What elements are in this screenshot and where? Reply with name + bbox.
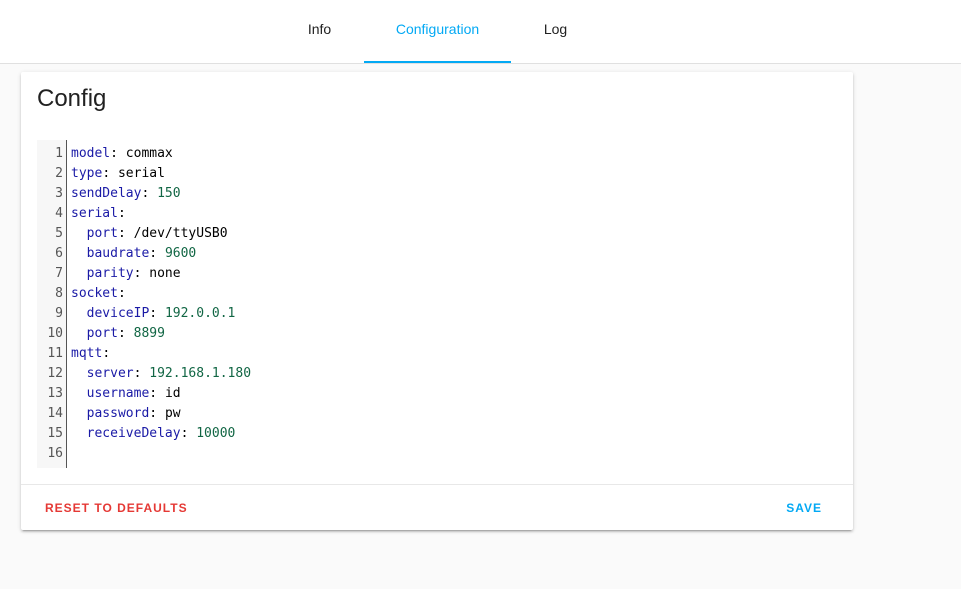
code-text: socket:: [71, 286, 126, 301]
line-number: 9: [55, 306, 63, 321]
code-text: parity: none: [86, 266, 181, 281]
line-number: 5: [55, 226, 63, 241]
code-text: mqtt:: [71, 346, 111, 361]
yaml-value: commax: [125, 146, 173, 161]
yaml-value: 10000: [196, 426, 236, 441]
yaml-key: port: [86, 226, 118, 241]
line-number: 13: [47, 386, 63, 401]
yaml-value: pw: [164, 406, 181, 421]
yaml-key: socket: [71, 286, 118, 301]
code-text: deviceIP: 192.0.0.1: [86, 306, 236, 321]
code-text: port: /dev/ttyUSB0: [86, 226, 228, 241]
line-number: 14: [47, 406, 63, 421]
save-button[interactable]: SAVE: [778, 494, 830, 522]
yaml-value: 192.168.1.180: [149, 366, 252, 381]
tab-bar: Info Configuration Log: [0, 0, 961, 64]
line-number: 4: [55, 206, 63, 221]
yaml-key: model: [71, 146, 111, 161]
tab-info-label: Info: [307, 21, 332, 37]
card-actions: RESET TO DEFAULTS SAVE: [21, 484, 853, 531]
line-number: 6: [55, 246, 63, 261]
line-number: 10: [47, 326, 63, 341]
code-text: server: 192.168.1.180: [86, 366, 252, 381]
code-text: type: serial: [71, 166, 165, 181]
code-text: receiveDelay: 10000: [86, 426, 236, 441]
line-number: 16: [47, 446, 63, 461]
line-number: 8: [55, 286, 63, 301]
tab-log[interactable]: Log: [511, 0, 600, 63]
tab-configuration[interactable]: Configuration: [364, 0, 511, 63]
code-text: sendDelay: 150: [71, 186, 181, 201]
yaml-key: password: [86, 406, 150, 421]
yaml-key: server: [86, 366, 134, 381]
line-number: 12: [47, 366, 63, 381]
line-number: 15: [47, 426, 63, 441]
config-card: Config 1 model: commax 2 type: serial 3 sendD…: [21, 72, 853, 530]
tab-active-indicator: [364, 61, 511, 63]
yaml-value: 192.0.0.1: [164, 306, 236, 321]
yaml-value: 8899: [133, 326, 165, 341]
yaml-key: baudrate: [86, 246, 150, 261]
code-text: serial:: [71, 206, 126, 221]
yaml-key: serial: [71, 206, 118, 221]
card-title: Config: [37, 85, 107, 112]
tab-info[interactable]: Info: [275, 0, 364, 63]
code-text: port: 8899: [86, 326, 165, 341]
code-text: password: pw: [86, 406, 181, 421]
yaml-value: serial: [117, 166, 165, 181]
yaml-key: port: [86, 326, 118, 341]
yaml-key: username: [86, 386, 150, 401]
yaml-key: sendDelay: [71, 186, 142, 201]
yaml-value: 150: [157, 186, 181, 201]
tab-log-label: Log: [543, 21, 568, 37]
yaml-value: /dev/ttyUSB0: [133, 226, 228, 241]
yaml-value: none: [149, 266, 181, 281]
code-text: username: id: [86, 386, 181, 401]
line-number: 7: [55, 266, 63, 281]
yaml-value: 9600: [164, 246, 197, 261]
line-number: 1: [55, 146, 63, 161]
code-text: baudrate: 9600: [86, 246, 197, 261]
yaml-key: mqtt: [71, 346, 103, 361]
line-number: 11: [47, 346, 63, 361]
yaml-value: id: [164, 386, 181, 401]
yaml-code-editor[interactable]: 1 model: commax 2 type: serial 3 sendDelay: 1…: [37, 140, 837, 468]
yaml-key: receiveDelay: [86, 426, 181, 441]
yaml-key: deviceIP: [86, 306, 150, 321]
line-number: 2: [55, 166, 63, 181]
line-number: 3: [55, 186, 63, 201]
yaml-key: type: [71, 166, 103, 181]
tab-configuration-label: Configuration: [395, 21, 480, 37]
yaml-key: parity: [86, 266, 134, 281]
code-text: model: commax: [71, 146, 173, 161]
reset-to-defaults-button[interactable]: RESET TO DEFAULTS: [37, 494, 196, 522]
